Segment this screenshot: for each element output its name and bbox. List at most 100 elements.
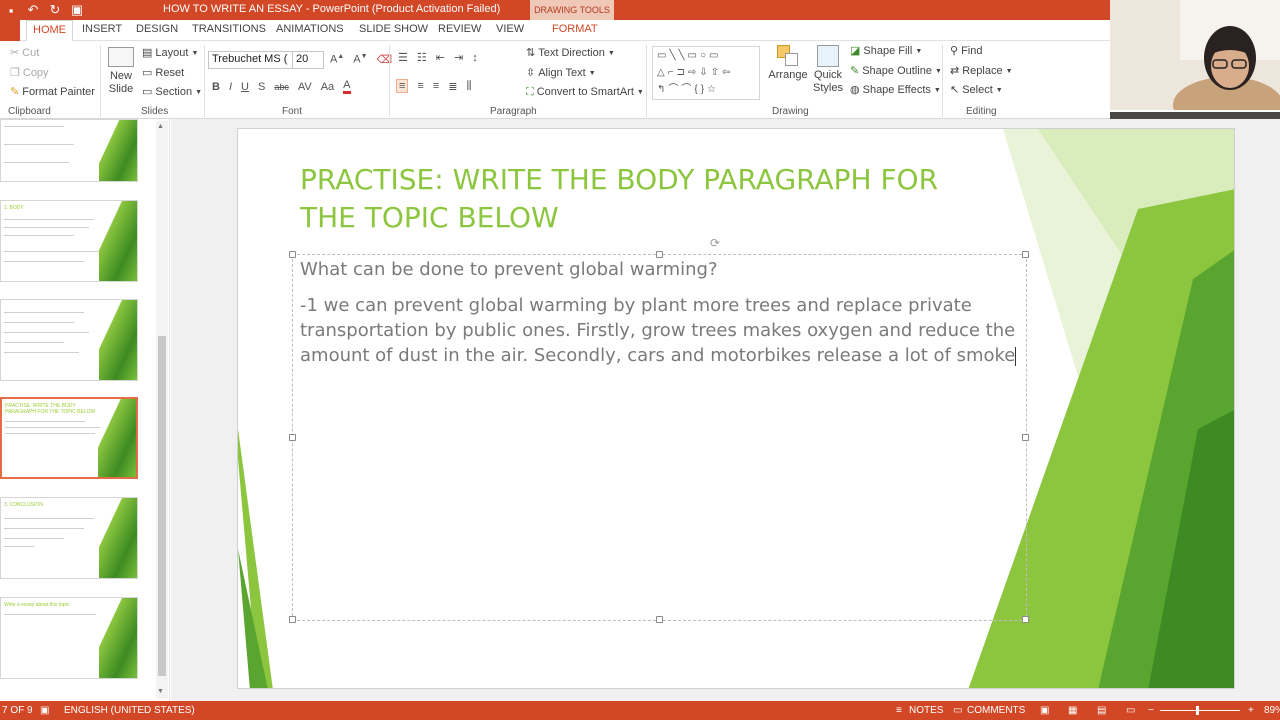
slide-thumbnail[interactable] [0,119,138,182]
increase-indent-icon[interactable]: ⇥ [454,51,463,64]
title-bar: ▪ ↶ ↻ ▣ HOW TO WRITE AN ESSAY - PowerPoi… [0,0,1280,20]
shadow-icon[interactable]: S [258,81,265,93]
decrease-indent-icon[interactable]: ⇤ [436,51,445,64]
arrange-button[interactable]: Arrange [768,45,808,82]
shape-effects-button[interactable]: ◍ Shape Effects ▼ [850,84,941,96]
tab-design[interactable]: DESIGN [136,23,178,35]
convert-smartart-button[interactable]: ⛶ Convert to SmartArt ▼ [526,86,644,98]
reset-button[interactable]: ▭ Reset [142,67,184,79]
tab-format[interactable]: FORMAT [552,23,598,35]
bold-icon[interactable]: B [212,81,220,93]
align-center-icon[interactable]: ≡ [417,80,423,92]
underline-icon[interactable]: U [241,81,249,93]
chevron-down-icon: ▼ [933,86,941,94]
resize-handle[interactable] [289,434,296,441]
scrollbar-thumb[interactable] [158,336,166,676]
notes-icon[interactable]: ≡ [896,705,902,716]
resize-handle[interactable] [656,251,663,258]
justify-icon[interactable]: ≣ [448,80,457,93]
rotate-handle-icon[interactable]: ⟳ [710,236,720,250]
file-tab[interactable] [0,20,20,41]
align-text-button[interactable]: ⇳ Align Text ▼ [526,67,596,79]
tab-review[interactable]: REVIEW [438,23,481,35]
resize-handle[interactable] [1022,616,1029,623]
tab-insert[interactable]: INSERT [82,23,122,35]
align-right-icon[interactable]: ≡ [433,80,439,92]
resize-handle[interactable] [289,616,296,623]
slide-thumbnail[interactable]: 3. CONCLUSION [0,497,138,579]
section-button[interactable]: ▭ Section ▼ [142,86,202,98]
drawing-group-label: Drawing [772,106,809,117]
line-spacing-icon[interactable]: ↕ [472,52,478,64]
thumbnail-line [4,227,89,228]
change-case-icon[interactable]: Aa [321,81,334,93]
tab-animations[interactable]: ANIMATIONS [276,23,344,35]
resize-handle[interactable] [289,251,296,258]
text-direction-button[interactable]: ⇅ Text Direction ▼ [526,47,615,59]
notes-button[interactable]: NOTES [909,705,943,716]
undo-icon[interactable]: ↶ [22,2,44,18]
answer-text[interactable]: -1 we can prevent global warming by plan… [300,295,1015,366]
answer-paragraph[interactable]: -1 we can prevent global warming by plan… [300,293,1020,368]
shapes-gallery[interactable]: ▭╲╲▭○▭ △⌐⊐⇨⇩⇧⇦ ↰⌒⌒{}☆ [652,46,760,100]
new-slide-button[interactable]: New Slide [104,47,138,96]
tab-transitions[interactable]: TRANSITIONS [192,23,266,35]
start-presentation-icon[interactable]: ▣ [66,2,88,18]
bullets-icon[interactable]: ☰ [398,51,408,64]
comments-button[interactable]: COMMENTS [967,705,1025,716]
font-size-select[interactable]: 20 [292,51,324,69]
slideshow-icon[interactable]: ▭ [1126,705,1135,716]
grow-font-icon[interactable]: A▲ [330,53,344,66]
zoom-slider[interactable] [1160,710,1240,711]
align-left-icon[interactable]: ≡ [396,79,409,93]
question-text[interactable]: What can be done to prevent global warmi… [300,259,718,280]
tab-home[interactable]: HOME [26,20,73,41]
redo-icon[interactable]: ↻ [44,2,66,18]
quick-styles-button[interactable]: Quick Styles [810,45,846,95]
language-indicator[interactable]: ENGLISH (UNITED STATES) [64,705,195,716]
slide-thumbnail[interactable]: 2. BODY [0,200,138,282]
ribbon-tabs: HOME INSERT DESIGN TRANSITIONS ANIMATION… [0,20,1110,41]
slide-title[interactable]: PRACTISE: WRITE THE BODY PARAGRAPH FOR T… [300,161,1000,237]
italic-icon[interactable]: I [229,81,232,93]
resize-handle[interactable] [1022,251,1029,258]
layout-button[interactable]: ▤ Layout ▼ [142,47,198,59]
find-button[interactable]: ⚲ Find [950,45,982,57]
zoom-out-icon[interactable]: − [1148,705,1154,716]
slide-thumbnail[interactable]: Write a essay about this topic [0,597,138,679]
shape-outline-button[interactable]: ✎ Shape Outline ▼ [850,65,942,77]
tab-view[interactable]: VIEW [496,23,524,35]
comments-icon[interactable]: ▭ [953,705,962,716]
zoom-slider-thumb[interactable] [1196,706,1199,715]
format-painter-button[interactable]: ✎ Format Painter [10,86,95,98]
scroll-down-icon[interactable]: ▼ [157,688,164,695]
font-color-icon[interactable]: A [343,79,351,94]
strikethrough-icon[interactable]: abc [274,82,289,92]
slide-thumbnail-selected[interactable]: PRACTISE: WRITE THE BODY PARAGRAPH FOR T… [0,397,138,479]
shrink-font-icon[interactable]: A▼ [353,53,367,66]
font-family-select[interactable]: Trebuchet MS ( [208,51,294,69]
copy-button[interactable]: ❐ Copy [10,67,49,79]
resize-handle[interactable] [656,616,663,623]
replace-button[interactable]: ⇄ Replace ▼ [950,65,1013,77]
reading-view-icon[interactable]: ▤ [1097,705,1106,716]
thumbnail-scrollbar[interactable]: ▲ ▼ [156,121,168,699]
normal-view-icon[interactable]: ▣ [1040,705,1049,716]
select-button[interactable]: ↖ Select ▼ [950,84,1003,96]
zoom-level[interactable]: 89% [1264,705,1280,716]
spellcheck-icon[interactable]: ▣ [40,705,49,716]
resize-handle[interactable] [1022,434,1029,441]
char-spacing-icon[interactable]: AV [298,81,312,93]
slide-canvas[interactable]: PRACTISE: WRITE THE BODY PARAGRAPH FOR T… [237,128,1235,689]
scroll-up-icon[interactable]: ▲ [157,123,164,130]
tab-slide-show[interactable]: SLIDE SHOW [359,23,428,35]
cut-button[interactable]: ✂ Cut [10,47,39,59]
binoculars-icon: ⚲ [950,44,959,57]
slide-thumbnail[interactable] [0,299,138,381]
zoom-in-icon[interactable]: + [1248,705,1254,716]
shape-fill-button[interactable]: ◪ Shape Fill ▼ [850,45,922,57]
slide-sorter-icon[interactable]: ▦ [1068,705,1077,716]
thumbnail-line [5,427,100,428]
numbering-icon[interactable]: ☷ [417,51,427,64]
columns-icon[interactable]: ⫼ [466,80,471,93]
